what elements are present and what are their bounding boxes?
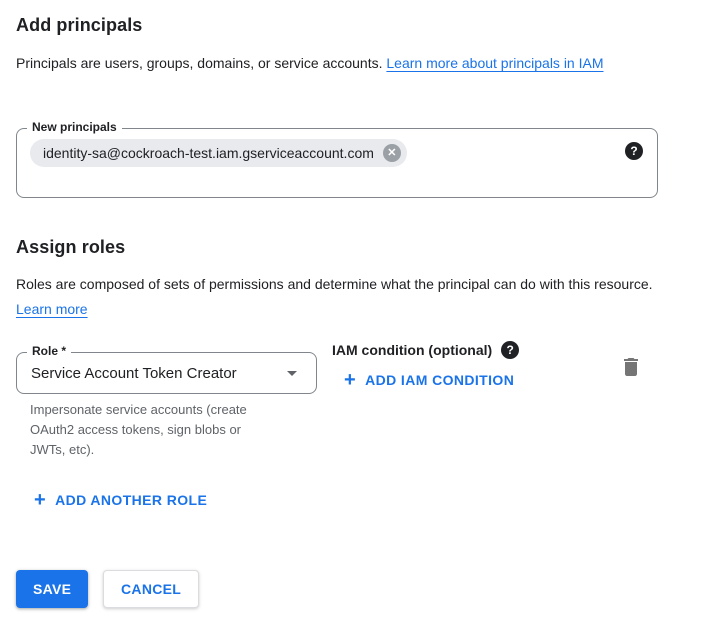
save-button[interactable]: SAVE xyxy=(16,570,88,608)
add-another-role-label: ADD ANOTHER ROLE xyxy=(55,492,207,508)
add-principals-description-text: Principals are users, groups, domains, o… xyxy=(16,55,386,71)
cancel-button[interactable]: CANCEL xyxy=(103,570,199,608)
role-selected-value: Service Account Token Creator xyxy=(31,353,274,393)
chip-remove-icon[interactable]: ✕ xyxy=(383,144,401,162)
assign-roles-description-text: Roles are composed of sets of permission… xyxy=(16,276,653,292)
iam-condition-help-icon[interactable]: ? xyxy=(501,341,519,359)
add-principals-title: Add principals xyxy=(16,15,142,36)
add-principals-dialog: Add principals Principals are users, gro… xyxy=(0,0,713,629)
new-principals-field[interactable]: New principals identity-sa@cockroach-tes… xyxy=(16,128,658,198)
plus-icon: + xyxy=(344,371,356,389)
role-description: Impersonate service accounts (create OAu… xyxy=(30,400,268,460)
new-principals-help-icon[interactable]: ? xyxy=(625,142,643,160)
iam-condition-header: IAM condition (optional) ? xyxy=(332,341,519,359)
plus-icon: + xyxy=(34,491,46,509)
role-select[interactable]: Role * Service Account Token Creator xyxy=(16,352,317,394)
principal-chip: identity-sa@cockroach-test.iam.gservicea… xyxy=(30,139,407,167)
delete-role-button[interactable] xyxy=(617,353,645,381)
iam-condition-label: IAM condition (optional) xyxy=(332,342,492,358)
assign-roles-title: Assign roles xyxy=(16,237,125,258)
add-iam-condition-label: ADD IAM CONDITION xyxy=(365,372,514,388)
principal-chip-text: identity-sa@cockroach-test.iam.gservicea… xyxy=(43,145,374,161)
add-iam-condition-button[interactable]: + ADD IAM CONDITION xyxy=(344,371,514,389)
trash-icon xyxy=(619,355,643,379)
assign-roles-description: Roles are composed of sets of permission… xyxy=(16,272,656,322)
add-another-role-button[interactable]: + ADD ANOTHER ROLE xyxy=(34,491,207,509)
learn-more-principals-link[interactable]: Learn more about principals in IAM xyxy=(386,55,603,71)
learn-more-roles-link[interactable]: Learn more xyxy=(16,301,88,317)
add-principals-description: Principals are users, groups, domains, o… xyxy=(16,51,671,76)
new-principals-label: New principals xyxy=(27,120,122,134)
chevron-down-icon xyxy=(280,361,304,385)
